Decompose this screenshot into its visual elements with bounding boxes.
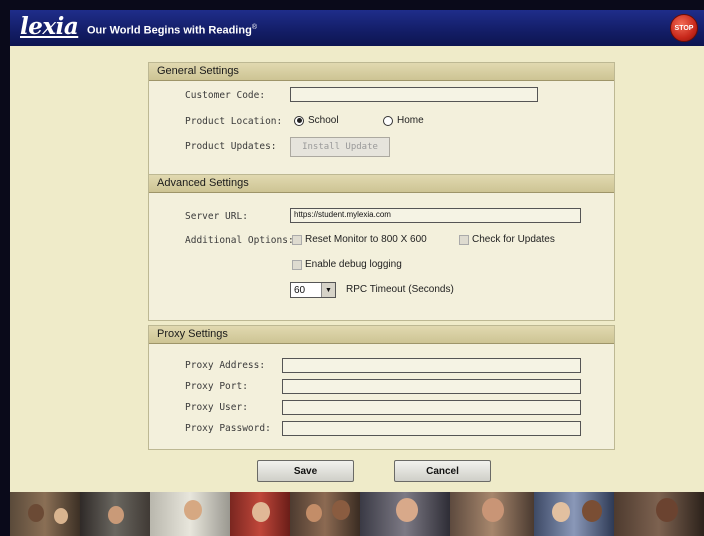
lexia-settings-window: lexia Our World Begins with Reading® STO…: [0, 0, 704, 536]
photo-students-computers: [10, 492, 80, 536]
debug-logging-label: Enable debug logging: [305, 259, 402, 270]
checkbox-icon: [292, 234, 302, 245]
install-update-button[interactable]: Install Update: [290, 137, 390, 157]
general-settings-title: General Settings: [149, 63, 614, 81]
proxy-port-label: Proxy Port:: [185, 381, 248, 392]
cancel-button[interactable]: Cancel: [394, 460, 491, 482]
product-updates-label: Product Updates:: [185, 141, 277, 152]
photo-students-blue: [534, 492, 614, 536]
checkbox-icon: [459, 234, 469, 245]
advanced-settings-title: Advanced Settings: [149, 175, 614, 193]
advanced-settings-section: Advanced Settings Server URL: https://st…: [148, 174, 615, 321]
tagline: Our World Begins with Reading®: [87, 24, 257, 37]
debug-logging-checkbox[interactable]: Enable debug logging: [292, 259, 402, 270]
settings-panel: General Settings Customer Code: Product …: [10, 46, 704, 492]
proxy-password-input[interactable]: [282, 421, 581, 436]
registered-mark: ®: [251, 24, 257, 31]
photo-student-reading: [150, 492, 230, 536]
students-photo-banner: [10, 492, 704, 536]
general-settings-section: General Settings Customer Code: Product …: [148, 62, 615, 178]
additional-options-label: Additional Options:: [185, 235, 294, 246]
radio-selected-icon: [294, 115, 304, 126]
checkbox-icon: [292, 259, 302, 270]
reset-monitor-checkbox[interactable]: Reset Monitor to 800 X 600: [292, 234, 427, 245]
location-school-radio[interactable]: School: [294, 115, 339, 126]
lexia-logo: lexia: [20, 13, 79, 40]
photo-student-smiling: [450, 492, 534, 536]
proxy-user-label: Proxy User:: [185, 402, 248, 413]
proxy-password-label: Proxy Password:: [185, 423, 271, 434]
customer-code-input[interactable]: [290, 87, 538, 102]
radio-unselected-icon: [383, 115, 393, 126]
location-home-radio[interactable]: Home: [383, 115, 424, 126]
product-location-label: Product Location:: [185, 116, 283, 127]
rpc-timeout-value: 60: [294, 284, 306, 296]
rpc-timeout-caption: RPC Timeout (Seconds): [346, 284, 454, 295]
photo-student-red: [230, 492, 290, 536]
stop-button[interactable]: STOP: [670, 14, 698, 42]
photo-girl-headphones: [360, 492, 450, 536]
chevron-down-icon[interactable]: ▼: [321, 283, 335, 297]
proxy-address-label: Proxy Address:: [185, 360, 266, 371]
proxy-settings-title: Proxy Settings: [149, 326, 614, 344]
proxy-port-input[interactable]: [282, 379, 581, 394]
check-updates-label: Check for Updates: [472, 234, 555, 245]
server-url-label: Server URL:: [185, 211, 248, 222]
location-home-label: Home: [397, 115, 424, 126]
location-school-label: School: [308, 115, 339, 126]
customer-code-label: Customer Code:: [185, 90, 266, 101]
save-button[interactable]: Save: [257, 460, 354, 482]
reset-monitor-label: Reset Monitor to 800 X 600: [305, 234, 427, 245]
tagline-text: Our World Begins with Reading: [87, 24, 252, 37]
check-updates-checkbox[interactable]: Check for Updates: [459, 234, 555, 245]
photo-students-headphones: [290, 492, 360, 536]
proxy-address-input[interactable]: [282, 358, 581, 373]
photo-computer-lab: [80, 492, 150, 536]
server-url-input[interactable]: https://student.mylexia.com: [290, 208, 581, 223]
title-bar: lexia Our World Begins with Reading® STO…: [10, 10, 704, 46]
photo-boy-smiling: [614, 492, 704, 536]
proxy-user-input[interactable]: [282, 400, 581, 415]
rpc-timeout-label: RPC Timeout (Seconds): [346, 284, 454, 295]
stop-button-label: STOP: [674, 24, 694, 32]
rpc-timeout-select[interactable]: 60 ▼: [290, 282, 336, 298]
proxy-settings-section: Proxy Settings Proxy Address: Proxy Port…: [148, 325, 615, 450]
